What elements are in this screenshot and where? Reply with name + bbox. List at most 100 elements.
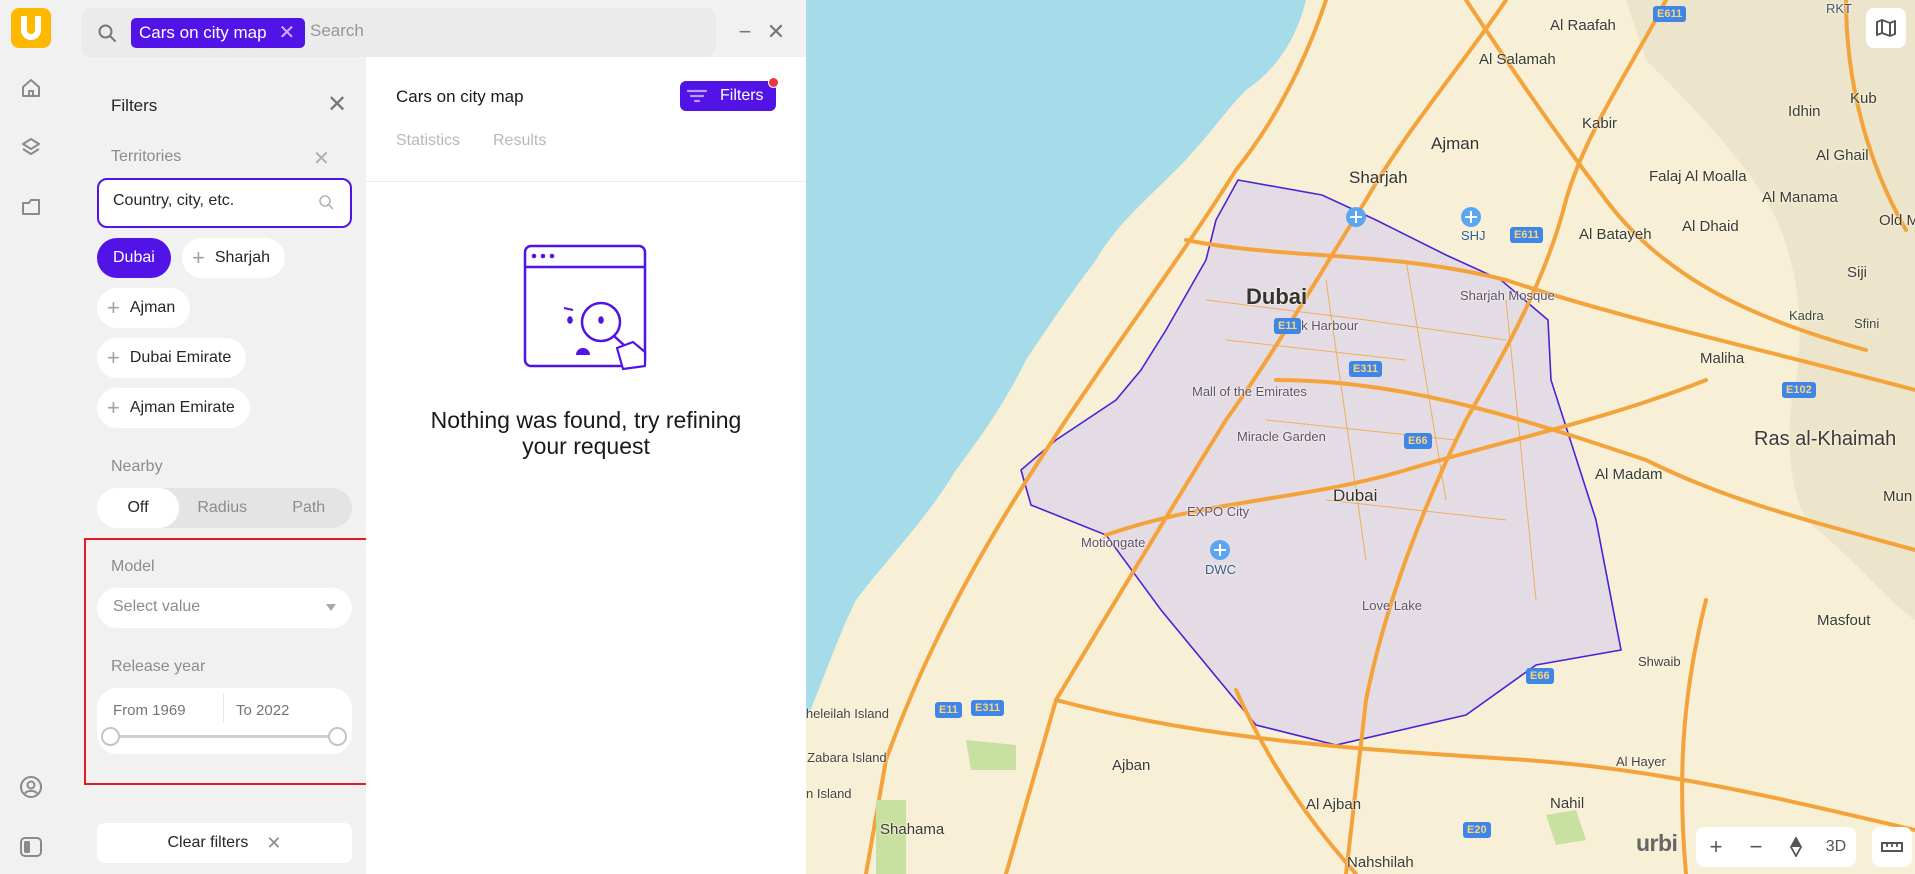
territory-chip-label: Ajman	[129, 299, 176, 316]
map-label-al-dhaid: Al Dhaid	[1682, 218, 1739, 235]
map-label-siji: Siji	[1847, 264, 1868, 281]
minimize-icon: −	[738, 19, 752, 44]
territory-chip-label: Sharjah	[214, 249, 271, 266]
filters-panel: Filters ✕ Territories ✕ Dubai + Sharjah …	[81, 68, 368, 874]
map-layers-button[interactable]	[1866, 8, 1906, 48]
zoom-out-button[interactable]: −	[1736, 827, 1776, 867]
map-label-al-ghail: Al Ghail	[1816, 147, 1869, 164]
nearby-option-radius[interactable]: Radius	[179, 488, 266, 528]
sidebar-toggle-icon	[20, 837, 42, 857]
map-canvas[interactable]	[806, 0, 1915, 874]
rail-layers-button[interactable]	[18, 134, 44, 160]
filters-toggle-button[interactable]: Filters	[680, 77, 779, 111]
empty-state-illustration-icon	[523, 244, 647, 371]
3d-mode-button[interactable]: 3D	[1816, 827, 1856, 867]
map-label-al-ajban: Al Ajban	[1306, 796, 1362, 813]
nearby-option-path[interactable]: Path	[266, 488, 353, 528]
map-poi-expo-city[interactable]: EXPO City	[1187, 504, 1249, 519]
filters-close-button[interactable]: ✕	[327, 90, 347, 119]
map-label-kub: Kub	[1850, 90, 1877, 107]
territories-clear-button[interactable]: ✕	[313, 146, 330, 171]
rail-home-button[interactable]	[18, 75, 44, 101]
map-label-dwc: DWC	[1205, 562, 1237, 577]
rail-account-button[interactable]	[18, 774, 44, 800]
caret-down-icon	[326, 604, 336, 611]
map-label-rkt: RKT	[1826, 1, 1852, 16]
map-label-shahama: Shahama	[880, 821, 945, 838]
tab-statistics[interactable]: Statistics	[396, 132, 460, 150]
minimize-button[interactable]: −	[733, 19, 757, 44]
search-query-chip-label: Cars on city map	[139, 23, 267, 42]
territory-chip-dubai-emirate[interactable]: + Dubai Emirate	[97, 338, 247, 378]
road-shield: E11	[935, 702, 962, 718]
results-title: Cars on city map	[396, 87, 524, 106]
territories-search-input[interactable]	[113, 192, 303, 210]
map-label-ajman: Ajman	[1431, 134, 1480, 153]
model-select-placeholder: Select value	[113, 598, 201, 615]
dubai-territory-polygon	[1020, 179, 1622, 746]
map-poi-mall-of-the-emirates[interactable]: Mall of the Emirates	[1192, 384, 1307, 399]
release-year-from-input[interactable]	[113, 702, 223, 719]
filter-icon	[686, 89, 708, 103]
folder-icon	[22, 199, 40, 215]
close-search-button[interactable]: ✕	[764, 19, 788, 44]
filters-toggle-label: Filters	[720, 87, 764, 104]
clear-filters-label: Clear filters	[167, 834, 249, 851]
rail-toggle-panel-button[interactable]	[18, 834, 44, 860]
ruler-button[interactable]	[1872, 827, 1912, 867]
close-icon: ✕	[327, 91, 348, 118]
map-label-nahshilah: Nahshilah	[1347, 854, 1414, 871]
search-query-chip[interactable]: Cars on city map ✕	[131, 18, 306, 48]
model-select[interactable]: Select value	[97, 588, 352, 628]
map-label-island: n Island	[806, 786, 852, 801]
territory-chip-ajman-emirate[interactable]: + Ajman Emirate	[97, 388, 250, 428]
territories-search-field[interactable]	[97, 178, 352, 228]
map-label-shj: SHJ	[1461, 228, 1486, 243]
ruler-icon	[1881, 842, 1903, 852]
map-label-ras-al-khaimah: Ras al-Khaimah	[1754, 428, 1897, 450]
map-view[interactable]: Dubai Dubai Sharjah Ajman Al Raafah Al S…	[806, 0, 1915, 874]
user-circle-icon	[20, 776, 42, 798]
map-label-falaj-al-moalla: Falaj Al Moalla	[1649, 168, 1747, 185]
results-panel: Cars on city map Filters Statistics Resu…	[366, 57, 806, 874]
map-poi-sharjah-mosque[interactable]: Sharjah Mosque	[1460, 288, 1555, 303]
release-year-slider-max-handle[interactable]	[328, 727, 347, 746]
territory-chip-label: Dubai	[113, 249, 155, 266]
range-divider	[223, 693, 224, 723]
road-shield: E311	[1349, 361, 1383, 377]
close-icon: ✕	[766, 19, 786, 44]
territory-chip-dubai[interactable]: Dubai	[97, 238, 171, 278]
release-year-slider-track[interactable]	[111, 735, 338, 738]
layers-icon	[22, 138, 40, 155]
tabs-divider	[366, 181, 806, 182]
rail-folder-button[interactable]	[18, 194, 44, 220]
map-label-dubai: Dubai	[1333, 486, 1378, 505]
release-year-slider-min-handle[interactable]	[101, 727, 120, 746]
territory-chip-ajman[interactable]: + Ajman	[97, 288, 191, 328]
map-label-al-salamah: Al Salamah	[1479, 51, 1556, 68]
search-input[interactable]	[310, 14, 700, 48]
road-shield: E66	[1526, 668, 1554, 684]
app-logo[interactable]	[11, 8, 51, 48]
release-year-to-input[interactable]	[236, 702, 346, 719]
search-icon	[318, 194, 334, 215]
compass-button[interactable]	[1776, 827, 1816, 867]
tab-results[interactable]: Results	[493, 132, 546, 150]
map-label-al-madam: Al Madam	[1595, 466, 1663, 483]
map-poi-miracle-garden[interactable]: Miracle Garden	[1237, 429, 1326, 444]
map-poi-love-lake[interactable]: Love Lake	[1362, 598, 1422, 613]
territories-label: Territories	[111, 148, 182, 165]
park-area	[1546, 810, 1586, 845]
airport-icon	[1461, 207, 1481, 227]
nearby-option-off[interactable]: Off	[97, 488, 179, 528]
left-rail	[0, 0, 66, 874]
territory-chip-sharjah[interactable]: + Sharjah	[182, 238, 286, 278]
map-label-maliha: Maliha	[1700, 350, 1745, 367]
nearby-segmented-control: Off Radius Path	[97, 488, 352, 528]
search-icon	[97, 23, 117, 48]
remove-query-chip-icon[interactable]: ✕	[279, 23, 296, 43]
release-year-label: Release year	[111, 658, 206, 675]
zoom-in-button[interactable]: +	[1696, 827, 1736, 867]
map-poi-motiongate[interactable]: Motiongate	[1081, 535, 1145, 550]
clear-filters-button[interactable]: Clear filters ✕	[97, 823, 352, 863]
